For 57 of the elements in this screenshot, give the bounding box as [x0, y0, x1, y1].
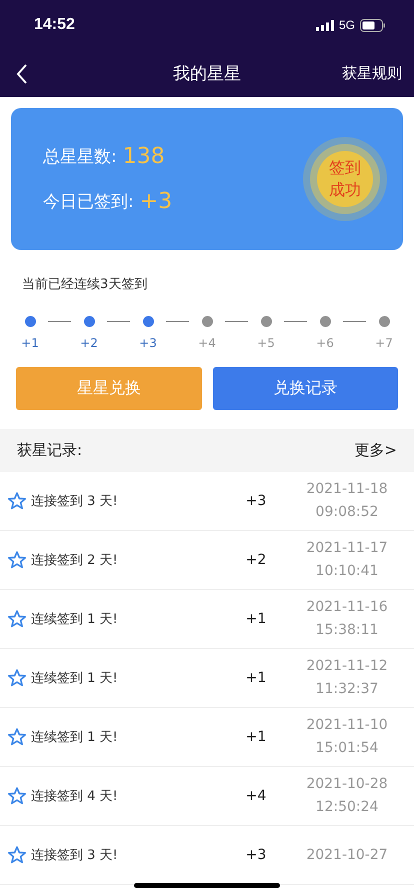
back-icon[interactable]	[16, 64, 28, 84]
star-icon	[7, 668, 27, 688]
record-text: 连续签到 1 天!	[31, 729, 119, 746]
step-label: +3	[139, 336, 157, 350]
action-button[interactable]: 兑换记录	[212, 367, 398, 410]
record-time: 15:38:11	[316, 621, 378, 640]
record-text: 连接签到 3 天!	[31, 847, 119, 864]
step-label: +1	[21, 336, 39, 350]
more-link[interactable]: 更多>	[354, 441, 397, 460]
checkin-badge: 签到 成功	[317, 151, 373, 207]
records-title: 获星记录:	[17, 441, 82, 460]
record-points: +1	[244, 670, 268, 686]
total-label: 总星星数:	[43, 146, 117, 168]
star-icon	[7, 786, 27, 806]
network-label: 5G	[338, 18, 355, 32]
battery-icon	[360, 18, 386, 32]
streak-text: 当前已经连续3天签到	[22, 276, 148, 293]
star-icon	[7, 550, 27, 570]
record-time: 11:32:37	[316, 680, 378, 699]
record-text: 连接签到 3 天!	[31, 493, 119, 510]
record-text: 连续签到 1 天!	[31, 611, 119, 628]
record-date: 2021-11-10	[306, 716, 388, 735]
step-label: +4	[198, 336, 216, 350]
status-time: 14:52	[34, 16, 75, 34]
record-points: +1	[244, 729, 268, 745]
rules-link[interactable]: 获星规则	[342, 64, 402, 83]
record-date: 2021-11-16	[306, 598, 388, 617]
signal-icon	[316, 20, 334, 30]
record-text: 连接签到 4 天!	[31, 788, 119, 805]
today-value: +3	[140, 189, 172, 214]
record-points: +3	[244, 493, 268, 509]
star-icon	[7, 609, 27, 629]
step-label: +7	[375, 336, 393, 350]
record-text: 连接签到 2 天!	[31, 552, 119, 569]
record-date: 2021-11-18	[306, 480, 388, 499]
record-time: 12:50:24	[316, 798, 378, 817]
star-icon	[7, 845, 27, 865]
record-points: +2	[244, 552, 268, 568]
record-points: +3	[244, 847, 268, 863]
record-date: 2021-10-28	[306, 775, 388, 794]
step-label: +5	[257, 336, 275, 350]
record-text: 连续签到 1 天!	[31, 670, 119, 687]
page-title: 我的星星	[173, 63, 241, 85]
record-date: 2021-10-27	[306, 846, 388, 864]
star-icon	[7, 727, 27, 747]
record-time: 09:08:52	[316, 503, 378, 522]
total-value: 138	[122, 144, 165, 169]
record-date: 2021-11-12	[306, 657, 388, 676]
record-time: 10:10:41	[316, 562, 378, 581]
step-label: +6	[316, 336, 334, 350]
record-points: +4	[244, 788, 268, 804]
record-points: +1	[244, 611, 268, 627]
record-time: 15:01:54	[316, 739, 378, 758]
today-label: 今日已签到:	[43, 191, 134, 213]
record-date: 2021-11-17	[306, 539, 388, 558]
star-icon	[7, 491, 27, 511]
step-label: +2	[80, 336, 98, 350]
